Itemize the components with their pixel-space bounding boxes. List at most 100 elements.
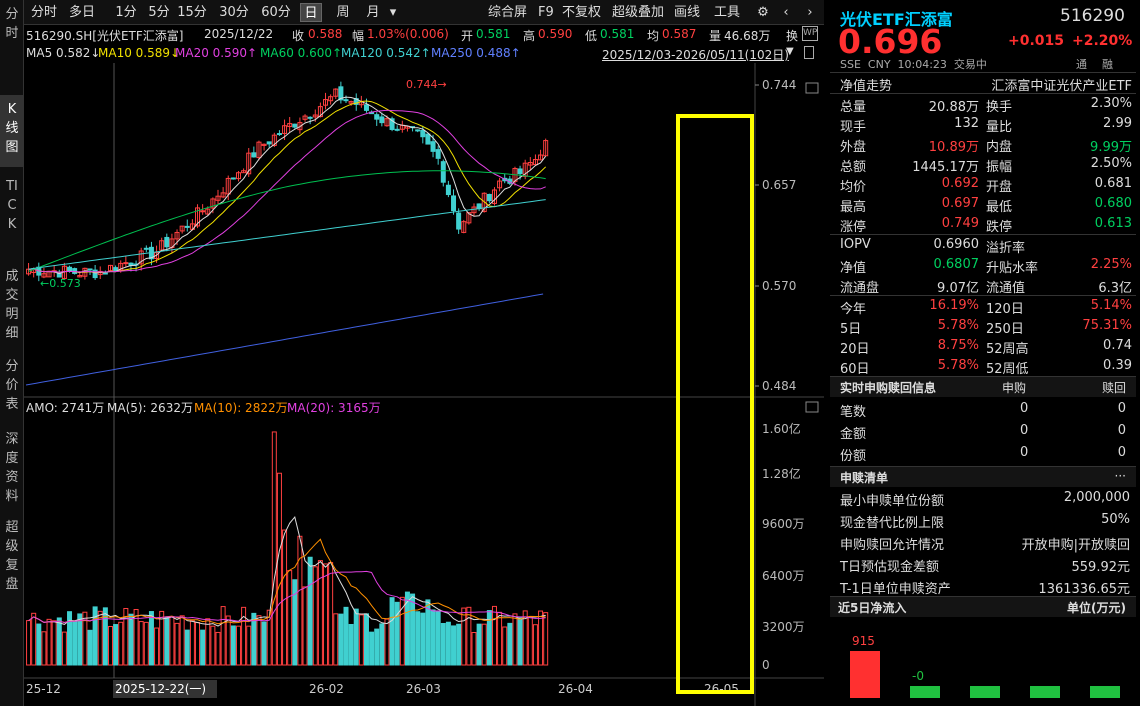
volume-bar — [461, 607, 467, 666]
toolbar-4[interactable]: 画线 — [674, 3, 700, 22]
kline-chart[interactable]: 0.744 0.657 0.570 0.484 0.744→ ←0.573 AMO: 274… — [24, 63, 824, 706]
candle-body — [67, 266, 73, 272]
volume-bar — [497, 611, 503, 666]
candle-body — [307, 116, 313, 119]
period-9[interactable]: 月 — [360, 3, 386, 22]
period-6[interactable]: 60分 — [258, 3, 294, 22]
volume-bar — [379, 623, 385, 666]
period-8[interactable]: 周 — [330, 3, 356, 22]
highlight-box — [676, 114, 754, 694]
stat-label: 跌停 — [986, 220, 1013, 235]
period-7[interactable]: 日 — [300, 3, 322, 22]
candle-body — [379, 116, 385, 124]
stat-value: 0.680 — [1094, 196, 1132, 211]
low-value: 0.581 — [600, 27, 635, 41]
stat-value: 0.749 — [941, 216, 979, 231]
tab-tick[interactable]: TICK — [0, 172, 24, 255]
return-value: 5.14% — [1090, 298, 1132, 313]
open-label: 开 — [461, 29, 474, 43]
period-1[interactable]: 多日 — [64, 3, 100, 22]
stat-row: 均价 0.692 开盘 0.681 — [830, 174, 1136, 195]
realtime-row: 份额 0 0 — [830, 443, 1136, 464]
lock-icon[interactable] — [804, 46, 814, 59]
period-3[interactable]: 5分 — [141, 3, 177, 22]
toolbar-2[interactable]: 不复权 — [562, 3, 601, 22]
return-value: 16.19% — [929, 298, 979, 313]
tab-depth[interactable]: 深度资料 — [0, 425, 24, 505]
toolbar-0[interactable]: 综合屏 — [488, 3, 527, 22]
tab-price-table[interactable]: 分价表 — [0, 352, 24, 415]
close-label: 收 — [292, 29, 305, 43]
volume-bar — [205, 618, 211, 666]
gear-icon[interactable]: ⚙ — [754, 3, 772, 22]
volume-bar — [471, 632, 477, 666]
realtime-col1: 申购 — [1002, 381, 1027, 395]
wp-icon[interactable]: WP — [802, 26, 818, 41]
period-0[interactable]: 分时 — [26, 3, 62, 22]
candle-body — [200, 210, 206, 213]
stat-row: 现手 132 量比 2.99 — [830, 114, 1136, 135]
return-value: 0.74 — [1103, 338, 1132, 353]
realtime-row: 笔数 0 0 — [830, 399, 1136, 420]
price-pct: +2.20% — [1072, 33, 1133, 49]
volume-bar — [220, 606, 226, 666]
range-dropdown-icon[interactable]: ▼ — [786, 46, 794, 57]
volume-bar — [133, 609, 139, 666]
candle-body — [292, 123, 298, 128]
toolbar-3[interactable]: 超级叠加 — [612, 3, 664, 22]
tab-kline[interactable]: K线图 — [0, 95, 24, 167]
stat-value: 0.681 — [1094, 176, 1132, 191]
return-value: 0.39 — [1103, 358, 1132, 373]
volume-bar — [164, 616, 170, 666]
volume-bar — [343, 606, 349, 666]
iopv-row: IOPV 0.6960 溢折率 — [830, 235, 1136, 256]
back-icon[interactable]: ‹ — [778, 3, 794, 22]
tab-deals[interactable]: 成交明细 — [0, 262, 24, 350]
redeem-more[interactable]: ··· — [1115, 469, 1126, 483]
forward-icon[interactable]: › — [802, 3, 818, 22]
period-5[interactable]: 30分 — [216, 3, 252, 22]
volume-bar — [179, 615, 185, 666]
volume-bar — [118, 621, 124, 666]
volume-bar — [456, 623, 462, 666]
stat-value: 1445.17万 — [912, 160, 979, 175]
realtime-col2: 赎回 — [1101, 381, 1126, 395]
iopv-label: 升贴水率 — [986, 261, 1039, 276]
candle-body — [113, 267, 119, 272]
stat-value: 10.89万 — [928, 140, 979, 155]
ma60-label: MA60 0.600↑ — [260, 46, 343, 60]
iopv-value: 0.6960 — [933, 237, 980, 252]
period-2[interactable]: 1分 — [108, 3, 144, 22]
volume-bar — [67, 611, 73, 666]
open-value: 0.581 — [476, 27, 511, 41]
toolbar-1[interactable]: F9 — [538, 3, 554, 22]
stat-value: 0.692 — [941, 176, 979, 191]
trend-row[interactable]: 净值走势 汇添富中证光伏产业ETF — [830, 73, 1136, 94]
stat-label: 外盘 — [840, 140, 867, 155]
realtime-header: 实时申购赎回信息 申购 赎回 — [830, 377, 1136, 397]
volume-bar — [200, 629, 206, 666]
volume-tick: 1.60亿 — [762, 421, 801, 436]
close-value: 0.588 — [308, 27, 343, 41]
volume-bar — [323, 563, 329, 666]
candle-body — [430, 141, 436, 152]
iopv-row: 流通盘 9.07亿 流通值 6.3亿 — [830, 275, 1136, 296]
vol-label: 量 — [709, 29, 722, 43]
tab-restore[interactable]: 超级复盘 — [0, 513, 24, 598]
price-change: +0.015 — [1008, 33, 1065, 49]
period-4[interactable]: 15分 — [174, 3, 210, 22]
date-range-link[interactable]: 2025/12/03-2026/05/11(102日) — [602, 46, 789, 63]
redeem-row: T日预估现金差额 559.92元 — [830, 554, 1136, 575]
realtime-value: 0 — [1020, 423, 1029, 438]
more-periods-chevron-icon[interactable]: ▾ — [386, 3, 400, 22]
toolbar-5[interactable]: 工具 — [714, 3, 740, 22]
volume-tick: 3200万 — [762, 620, 805, 634]
stat-label: 振幅 — [986, 160, 1013, 175]
tab-time[interactable]: 分时 — [0, 0, 24, 62]
redeem-title: 申赎清单 — [840, 471, 889, 485]
volume-bar — [26, 620, 32, 666]
volume-bar — [445, 621, 451, 666]
volume-bar — [92, 606, 98, 666]
return-label: 52周低 — [986, 362, 1029, 377]
redeem-label: T-1日单位申赎资产 — [840, 582, 951, 597]
